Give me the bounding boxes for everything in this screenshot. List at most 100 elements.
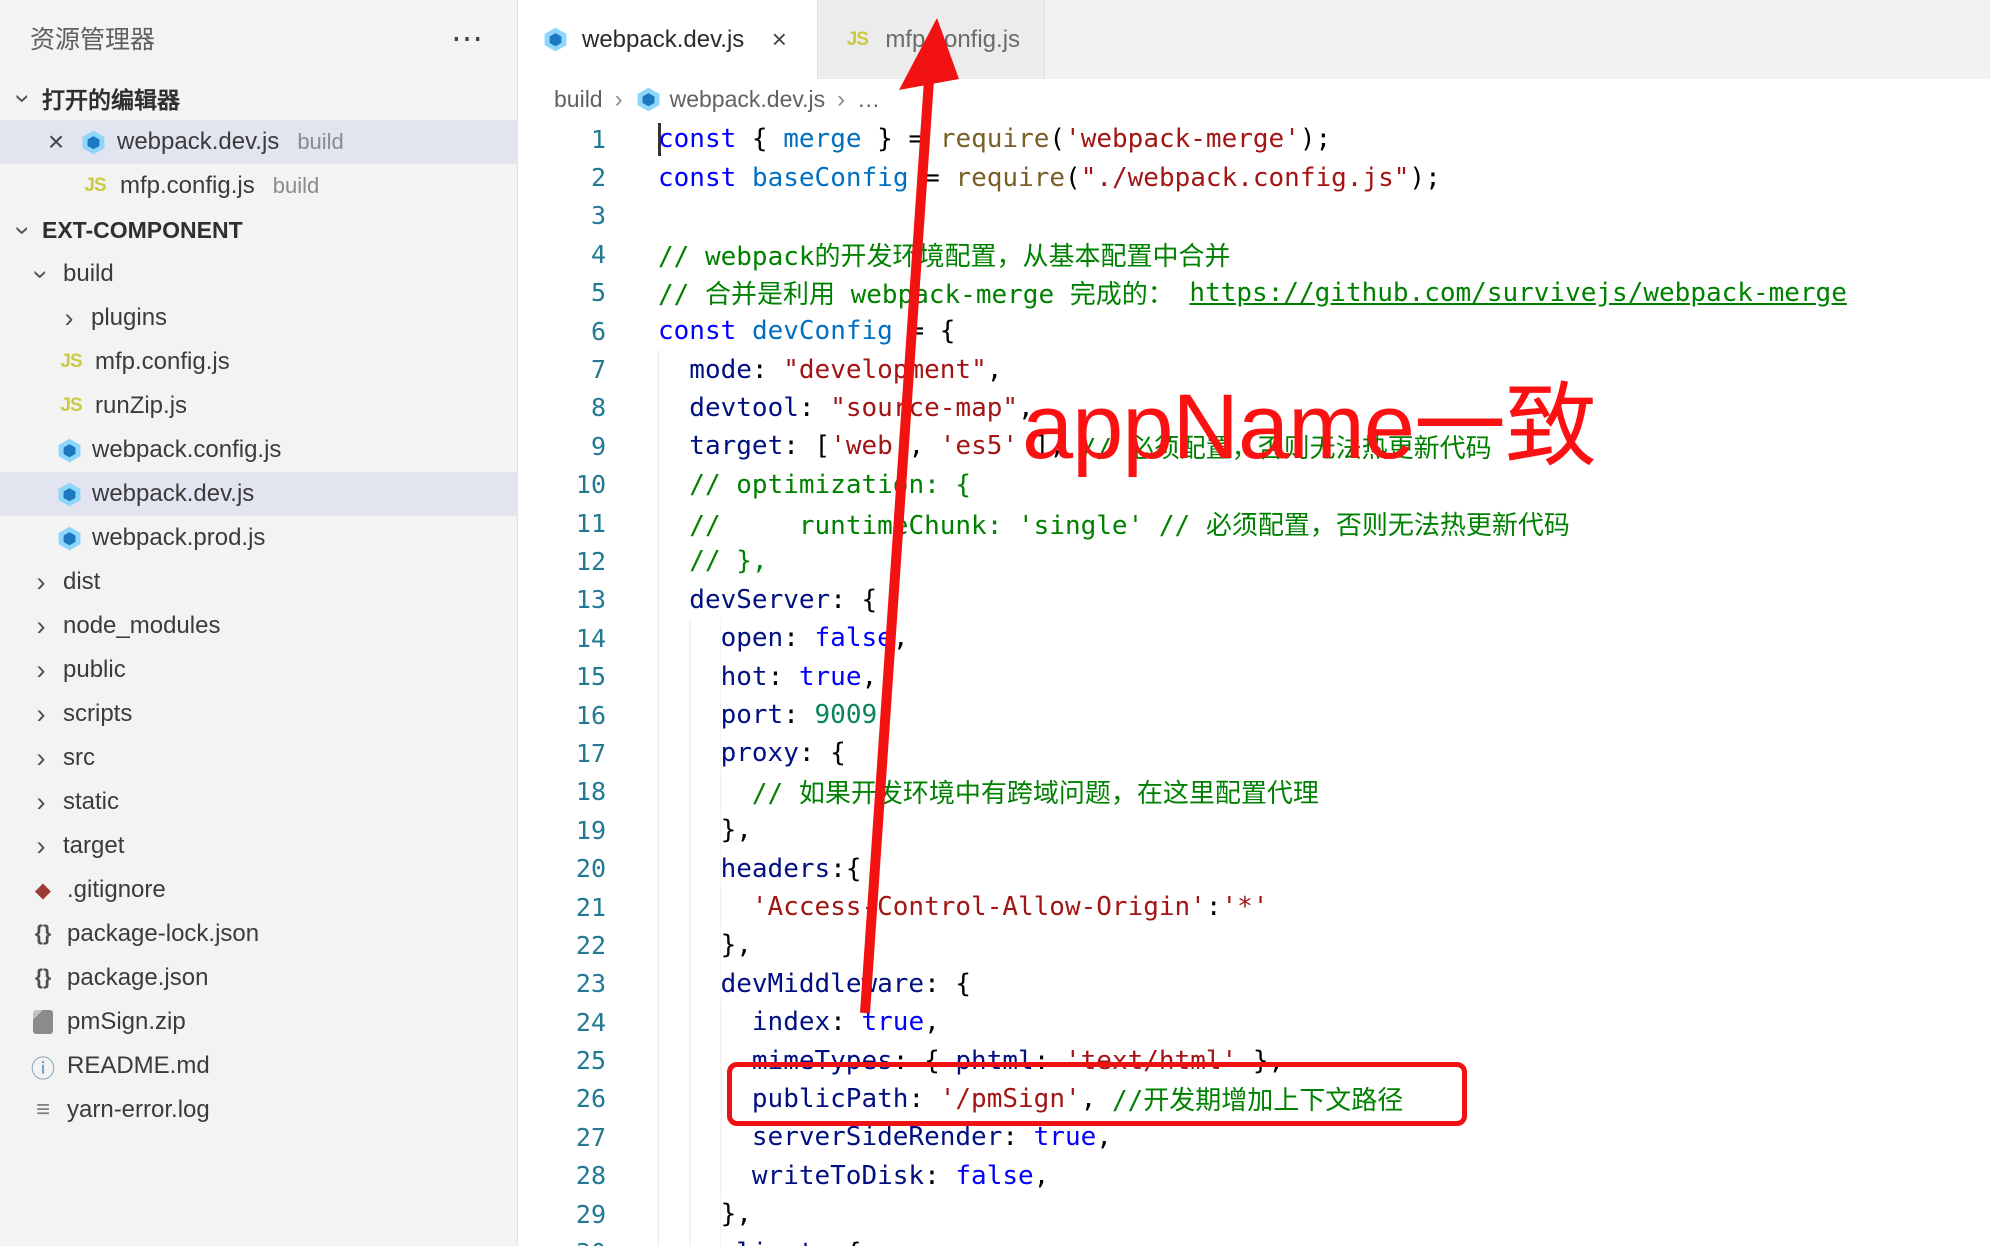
line-number[interactable]: 14 <box>518 624 606 653</box>
code-line-9[interactable]: 9target: ['web', 'es5' ], // 必须配置，否则无法热更… <box>518 427 1990 465</box>
line-number[interactable]: 8 <box>518 393 606 422</box>
code-line-16[interactable]: 16port: 9009, <box>518 696 1990 734</box>
tree-item-node-modules[interactable]: ›node_modules <box>0 604 517 648</box>
tree-item-plugins[interactable]: ›plugins <box>0 296 517 340</box>
line-number[interactable]: 30 <box>518 1238 606 1246</box>
line-number[interactable]: 21 <box>518 893 606 922</box>
line-number[interactable]: 11 <box>518 509 606 538</box>
tree-item-static[interactable]: ›static <box>0 780 517 824</box>
tree-item-src[interactable]: ›src <box>0 736 517 780</box>
tree-item-yarn-error-log[interactable]: ≡yarn-error.log <box>0 1088 517 1132</box>
code-line-10[interactable]: 10// optimization: { <box>518 466 1990 504</box>
line-number[interactable]: 10 <box>518 470 606 499</box>
line-number[interactable]: 1 <box>518 125 606 154</box>
code-editor[interactable]: 1const { merge } = require('webpack-merg… <box>518 120 1990 1246</box>
line-number[interactable]: 15 <box>518 662 606 691</box>
code-line-8[interactable]: 8devtool: "source-map", <box>518 389 1990 427</box>
tree-item-gitignore[interactable]: ◆.gitignore <box>0 868 517 912</box>
line-number[interactable]: 24 <box>518 1008 606 1037</box>
code-line-14[interactable]: 14open: false, <box>518 619 1990 657</box>
tree-item-pmsign-zip[interactable]: pmSign.zip <box>0 1000 517 1044</box>
code-line-12[interactable]: 12// }, <box>518 542 1990 580</box>
code-line-29[interactable]: 29}, <box>518 1195 1990 1233</box>
line-text: // runtimeChunk: 'single' // 必须配置，否则无法热更… <box>658 504 1570 542</box>
chevron-right-icon: › <box>28 745 54 772</box>
code-line-23[interactable]: 23devMiddleware: { <box>518 965 1990 1003</box>
tree-item-runzip-js[interactable]: JSrunZip.js <box>0 384 517 428</box>
tree-item-webpack-dev-js[interactable]: webpack.dev.js <box>0 472 517 516</box>
code-line-17[interactable]: 17proxy: { <box>518 734 1990 772</box>
line-number[interactable]: 7 <box>518 355 606 384</box>
open-editor-item-mfp-config-js[interactable]: JSmfp.config.jsbuild <box>0 164 517 208</box>
line-number[interactable]: 23 <box>518 969 606 998</box>
line-number[interactable]: 26 <box>518 1084 606 1113</box>
code-line-7[interactable]: 7mode: "development", <box>518 350 1990 388</box>
code-line-6[interactable]: 6const devConfig = { <box>518 312 1990 350</box>
tree-item-public[interactable]: ›public <box>0 648 517 692</box>
line-number[interactable]: 27 <box>518 1123 606 1152</box>
close-icon[interactable]: × <box>42 126 70 158</box>
code-line-27[interactable]: 27serverSideRender: true, <box>518 1118 1990 1156</box>
code-line-2[interactable]: 2const baseConfig = require("./webpack.c… <box>518 158 1990 196</box>
tree-item-webpack-prod-js[interactable]: webpack.prod.js <box>0 516 517 560</box>
breadcrumb-item-[interactable]: … <box>857 86 880 113</box>
tab-mfp-config-js[interactable]: JSmfp.config.js <box>818 0 1045 79</box>
code-line-5[interactable]: 5// 合并是利用 webpack-merge 完成的： https://git… <box>518 274 1990 312</box>
tree-item-package-lock-json[interactable]: {}package-lock.json <box>0 912 517 956</box>
line-number[interactable]: 5 <box>518 278 606 307</box>
close-icon[interactable]: × <box>765 24 793 55</box>
tree-item-scripts[interactable]: ›scripts <box>0 692 517 736</box>
more-actions-icon[interactable]: ⋯ <box>451 19 483 57</box>
tree-item-build[interactable]: ›build <box>0 252 517 296</box>
line-text: }, <box>658 926 752 964</box>
code-line-26[interactable]: 26publicPath: '/pmSign', //开发期增加上下文路径 <box>518 1080 1990 1118</box>
code-line-11[interactable]: 11 // runtimeChunk: 'single' // 必须配置，否则无法… <box>518 504 1990 542</box>
code-line-28[interactable]: 28writeToDisk: false, <box>518 1157 1990 1195</box>
line-number[interactable]: 9 <box>518 432 606 461</box>
code-line-24[interactable]: 24index: true, <box>518 1003 1990 1041</box>
line-number[interactable]: 17 <box>518 739 606 768</box>
code-line-19[interactable]: 19}, <box>518 811 1990 849</box>
code-line-20[interactable]: 20headers:{ <box>518 849 1990 887</box>
code-line-15[interactable]: 15hot: true, <box>518 657 1990 695</box>
code-line-18[interactable]: 18// 如果开发环境中有跨域问题，在这里配置代理 <box>518 773 1990 811</box>
explorer-sidebar: 资源管理器 ⋯ › 打开的编辑器 ×webpack.dev.jsbuildJSm… <box>0 0 518 1246</box>
line-number[interactable]: 16 <box>518 701 606 730</box>
tree-item-mfp-config-js[interactable]: JSmfp.config.js <box>0 340 517 384</box>
open-editor-item-webpack-dev-js[interactable]: ×webpack.dev.jsbuild <box>0 120 517 164</box>
code-line-3[interactable]: 3 <box>518 197 1990 235</box>
line-number[interactable]: 13 <box>518 585 606 614</box>
tree-item-package-json[interactable]: {}package.json <box>0 956 517 1000</box>
line-number[interactable]: 18 <box>518 777 606 806</box>
line-number[interactable]: 22 <box>518 931 606 960</box>
line-number[interactable]: 4 <box>518 240 606 269</box>
code-line-1[interactable]: 1const { merge } = require('webpack-merg… <box>518 120 1990 158</box>
tab-label: mfp.config.js <box>885 26 1020 54</box>
line-number[interactable]: 19 <box>518 816 606 845</box>
tab-webpack-dev-js[interactable]: webpack.dev.js× <box>518 0 818 79</box>
breadcrumb-item-webpack-dev-js[interactable]: webpack.dev.js <box>635 86 826 113</box>
breadcrumb-item-build[interactable]: build <box>554 86 603 113</box>
tree-item-readme-md[interactable]: ⓘREADME.md <box>0 1044 517 1088</box>
section-open-editors[interactable]: › 打开的编辑器 <box>0 76 517 120</box>
line-number[interactable]: 28 <box>518 1161 606 1190</box>
line-number[interactable]: 6 <box>518 317 606 346</box>
code-line-22[interactable]: 22}, <box>518 926 1990 964</box>
code-line-25[interactable]: 25mimeTypes: { phtml: 'text/html' }, <box>518 1041 1990 1079</box>
line-number[interactable]: 25 <box>518 1046 606 1075</box>
code-line-21[interactable]: 21'Access-Control-Allow-Origin':'*' <box>518 888 1990 926</box>
code-line-4[interactable]: 4// webpack的开发环境配置，从基本配置中合并 <box>518 235 1990 273</box>
line-number[interactable]: 20 <box>518 854 606 883</box>
line-number[interactable]: 3 <box>518 201 606 230</box>
line-number[interactable]: 29 <box>518 1200 606 1229</box>
code-line-13[interactable]: 13devServer: { <box>518 581 1990 619</box>
line-number[interactable]: 2 <box>518 163 606 192</box>
webpack-icon <box>635 86 662 113</box>
code-line-30[interactable]: 30client: { <box>518 1233 1990 1246</box>
tree-item-target[interactable]: ›target <box>0 824 517 868</box>
line-number[interactable]: 12 <box>518 547 606 576</box>
open-editor-detail: build <box>297 129 343 155</box>
section-workspace[interactable]: › EXT-COMPONENT <box>0 208 517 252</box>
tree-item-dist[interactable]: ›dist <box>0 560 517 604</box>
tree-item-webpack-config-js[interactable]: webpack.config.js <box>0 428 517 472</box>
